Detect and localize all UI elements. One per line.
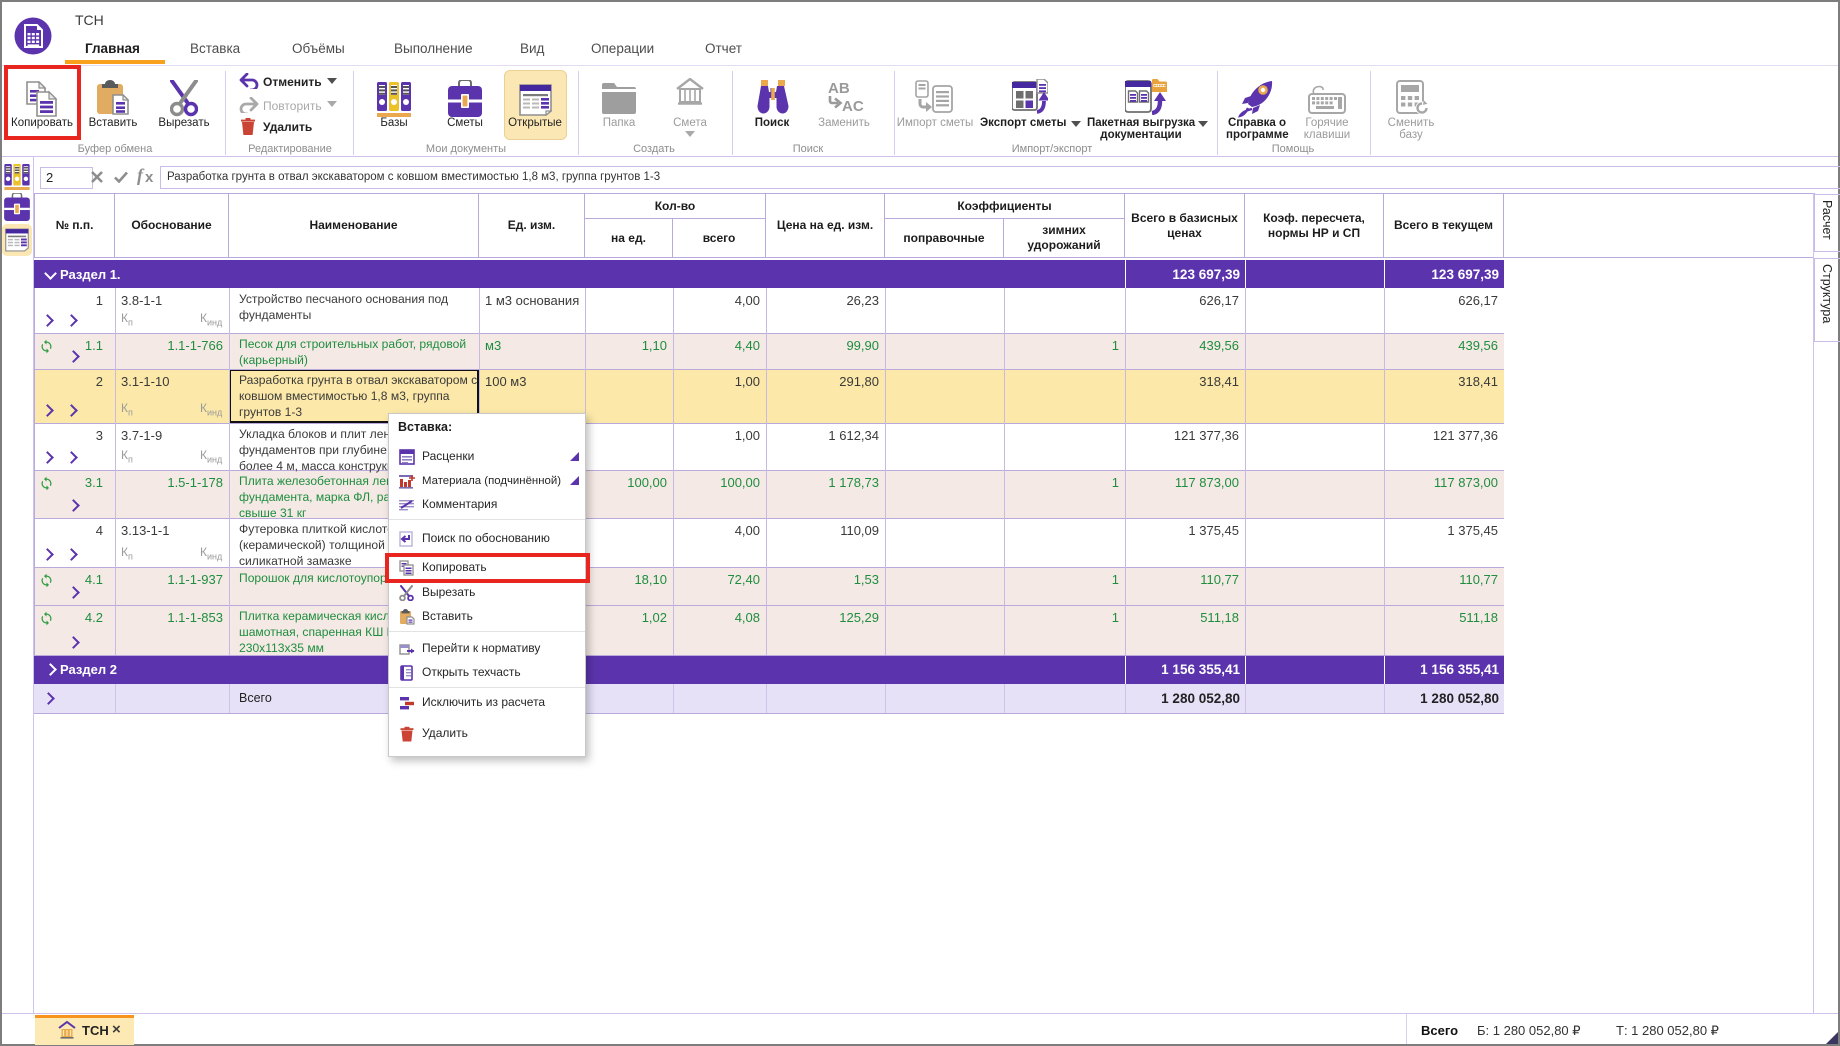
svg-text:AB: AB	[828, 80, 850, 97]
svg-text:AC: AC	[842, 98, 864, 114]
